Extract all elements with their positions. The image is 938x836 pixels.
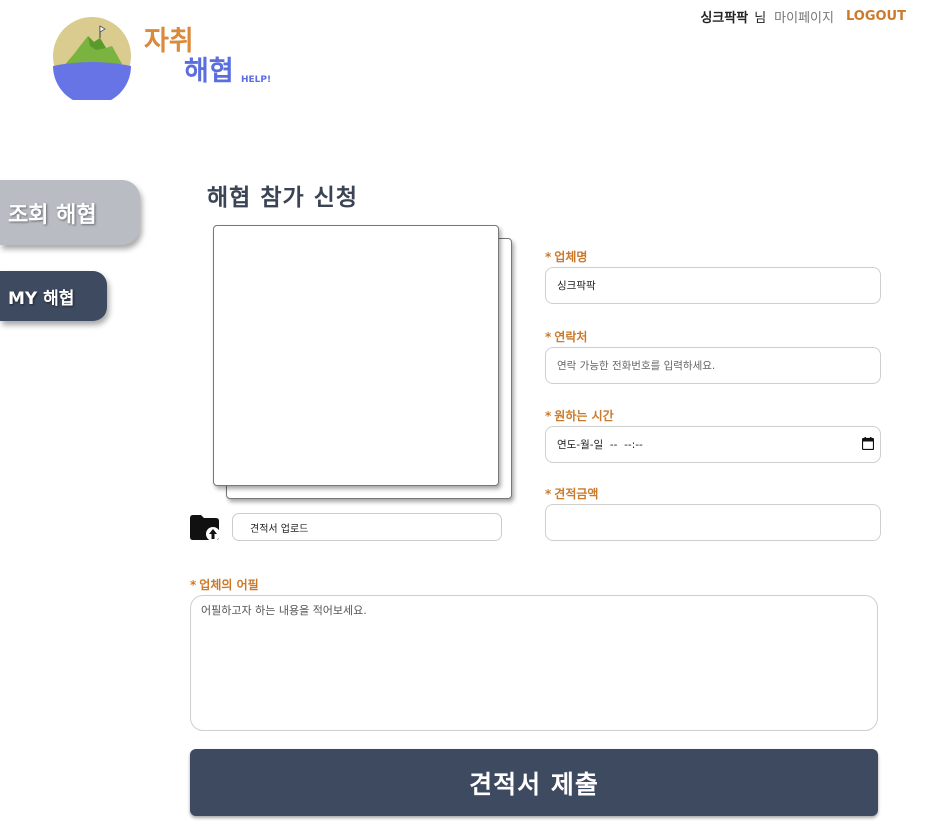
contact-label-text: 연락처: [554, 330, 588, 344]
company-input[interactable]: 싱크팍팍: [545, 267, 881, 304]
logout-link[interactable]: LOGOUT: [846, 9, 906, 24]
datetime-input[interactable]: 연도-월-일 -- --:--: [545, 426, 881, 463]
time-label-text: 원하는 시간: [554, 409, 614, 423]
company-label: * 업체명: [545, 248, 587, 265]
calendar-icon[interactable]: [862, 437, 874, 450]
sidebar-item-my[interactable]: MY 해협: [0, 271, 107, 321]
sidebar-item-view[interactable]: 조회 해협: [0, 180, 140, 245]
company-label-text: 업체명: [554, 250, 588, 264]
mypage-link[interactable]: 마이페이지: [774, 7, 834, 26]
logo-text-bottom: 해협: [184, 56, 234, 87]
top-nav: 싱크팍팍 님 마이페이지 LOGOUT: [700, 7, 906, 26]
sidebar-item-label: MY 해협: [8, 288, 75, 309]
required-mark: *: [545, 330, 552, 344]
submit-estimate-button[interactable]: 견적서 제출: [190, 749, 878, 816]
user-name: 싱크팍팍: [700, 11, 749, 26]
folder-upload-icon[interactable]: [189, 512, 221, 542]
price-label-text: 견적금액: [554, 487, 599, 501]
user-suffix: 님: [754, 11, 767, 26]
appeal-label: * 업체의 어필: [190, 576, 259, 593]
appeal-textarea[interactable]: 어필하고자 하는 내용을 적어보세요.: [190, 595, 878, 731]
page-title: 해협 참가 신청: [207, 185, 358, 211]
contact-input[interactable]: 연락 가능한 전화번호를 입력하세요.: [545, 347, 881, 384]
preview-card: [213, 225, 499, 486]
logo-text-top: 자취: [144, 26, 194, 57]
contact-label: * 연락처: [545, 328, 587, 345]
price-label: * 견적금액: [545, 485, 598, 502]
upload-estimate-button[interactable]: 견적서 업로드: [232, 513, 502, 541]
logo-text-small: HELP!: [241, 75, 271, 85]
time-label: * 원하는 시간: [545, 407, 614, 424]
appeal-label-text: 업체의 어필: [199, 578, 259, 592]
required-mark: *: [545, 409, 552, 423]
datetime-placeholder: 연도-월-일 -- --:--: [557, 439, 643, 451]
price-input[interactable]: [545, 504, 881, 541]
site-logo[interactable]: 자취 해협 HELP!: [52, 16, 282, 100]
required-mark: *: [545, 250, 552, 264]
sidebar-item-label: 조회 해협: [8, 202, 97, 228]
required-mark: *: [545, 487, 552, 501]
required-mark: *: [190, 578, 197, 592]
